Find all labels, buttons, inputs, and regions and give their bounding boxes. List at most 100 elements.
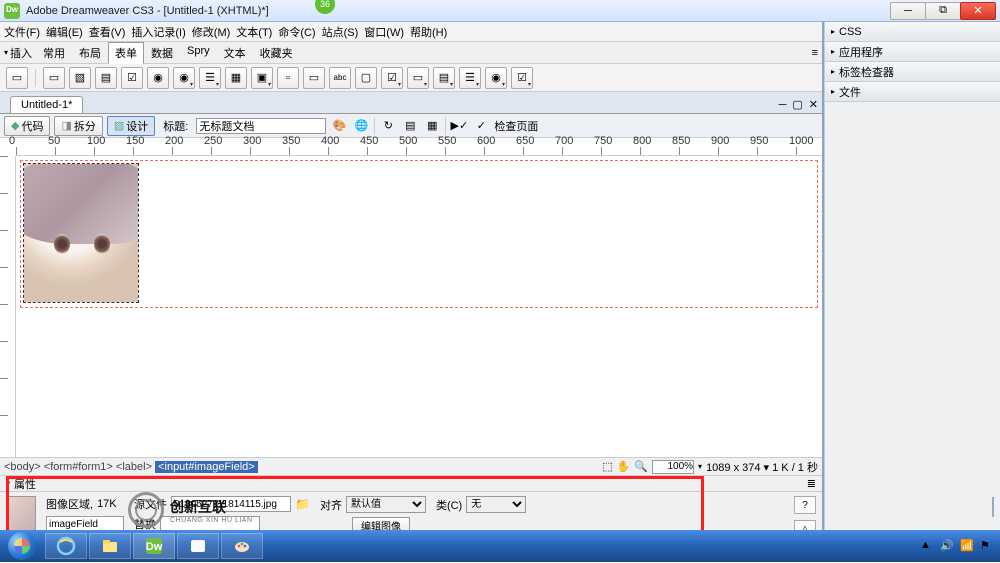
- doc-restore-icon[interactable]: ▢: [792, 98, 802, 111]
- start-button[interactable]: [0, 530, 44, 562]
- watermark: 创新互联 CHUANG XIN HU LIAN: [128, 492, 994, 528]
- image-tool[interactable]: ▣: [251, 67, 273, 89]
- side-panel-group: CSS 应用程序 标签检查器 文件: [824, 22, 1000, 562]
- menu-file[interactable]: 文件(F): [4, 24, 40, 40]
- design-view-button[interactable]: ▨设计: [107, 116, 155, 136]
- tag-form[interactable]: <form#form1>: [44, 461, 113, 473]
- title-label: 标题:: [163, 118, 188, 134]
- tag-body[interactable]: <body>: [4, 461, 41, 473]
- menu-help[interactable]: 帮助(H): [410, 24, 447, 40]
- document-tab-row: Untitled-1* ─ ▢ ✕: [0, 92, 822, 114]
- visual-icon[interactable]: ▦: [423, 117, 441, 135]
- menu-site[interactable]: 站点(S): [322, 24, 359, 40]
- fieldset-tool[interactable]: ▢: [355, 67, 377, 89]
- select-tool-icon[interactable]: ⬚: [602, 460, 612, 473]
- tray-icon[interactable]: 🔊: [940, 539, 954, 553]
- doc-minimize-icon[interactable]: ─: [779, 99, 787, 111]
- code-view-button[interactable]: ◆代码: [4, 116, 50, 136]
- menu-modify[interactable]: 修改(M): [192, 24, 231, 40]
- textfield-tool[interactable]: ▭: [43, 67, 65, 89]
- ruler-horizontal: 0501001502002503003504004505005506006507…: [16, 138, 822, 156]
- globe-icon[interactable]: 🌐: [352, 117, 370, 135]
- viewopt-icon[interactable]: ▤: [401, 117, 419, 135]
- hand-tool-icon[interactable]: ✋: [617, 460, 631, 473]
- insert-toolbar: 插入 常用布局表单数据Spry文本收藏夹 ≡: [0, 42, 822, 64]
- insert-tab-2[interactable]: 表单: [108, 42, 144, 64]
- check-page-button[interactable]: 检查页面: [494, 118, 538, 134]
- tag-label[interactable]: <label>: [116, 461, 152, 473]
- window-title: Adobe Dreamweaver CS3 - [Untitled-1 (XHT…: [26, 5, 891, 17]
- insert-tab-1[interactable]: 布局: [72, 42, 108, 64]
- zoom-tool-icon[interactable]: 🔍: [634, 460, 648, 473]
- titlebar: Adobe Dreamweaver CS3 - [Untitled-1 (XHT…: [0, 0, 1000, 22]
- panel-css[interactable]: CSS: [825, 22, 1000, 42]
- refresh-icon[interactable]: ↻: [379, 117, 397, 135]
- check-icon[interactable]: ✓: [472, 117, 490, 135]
- size-text: 17K: [97, 498, 117, 510]
- tray-icon[interactable]: ▲: [920, 539, 934, 553]
- form-tool[interactable]: ▭: [6, 67, 28, 89]
- spry2-tool[interactable]: ▭: [407, 67, 429, 89]
- maximize-button[interactable]: ⧉: [925, 2, 961, 20]
- panel-menu-icon[interactable]: ≣: [807, 477, 816, 490]
- tag-path[interactable]: <body> <form#form1> <label> <input#image…: [4, 461, 258, 473]
- insert-tab-5[interactable]: 文本: [217, 42, 253, 64]
- properties-header[interactable]: 属性 ≣: [0, 476, 822, 492]
- task-dreamweaver[interactable]: Dw: [133, 533, 175, 559]
- label-tool[interactable]: abc: [329, 67, 351, 89]
- insert-tab-0[interactable]: 常用: [36, 42, 72, 64]
- tray-icon[interactable]: 📶: [960, 539, 974, 553]
- design-canvas[interactable]: [16, 156, 822, 457]
- validate-icon[interactable]: ▶✓: [450, 117, 468, 135]
- insert-tab-6[interactable]: 收藏夹: [253, 42, 300, 64]
- browser-icon[interactable]: 🎨: [330, 117, 348, 135]
- insert-label[interactable]: 插入: [4, 45, 32, 61]
- menu-window[interactable]: 窗口(W): [364, 24, 404, 40]
- split-view-button[interactable]: ◨拆分: [54, 116, 102, 136]
- menu-edit[interactable]: 编辑(E): [46, 24, 83, 40]
- menu-text[interactable]: 文本(T): [236, 24, 272, 40]
- task-explorer[interactable]: [89, 533, 131, 559]
- zoom-input[interactable]: [652, 460, 694, 474]
- spry6-tool[interactable]: ☑: [511, 67, 533, 89]
- tray-icon[interactable]: ⚑: [980, 539, 994, 553]
- button-tool[interactable]: ▭: [303, 67, 325, 89]
- panel-files[interactable]: 文件: [825, 82, 1000, 102]
- menu-commands[interactable]: 命令(C): [278, 24, 315, 40]
- task-ie[interactable]: [45, 533, 87, 559]
- spry4-tool[interactable]: ☰: [459, 67, 481, 89]
- document-tab[interactable]: Untitled-1*: [10, 96, 83, 113]
- collapse-icon[interactable]: ≡: [812, 47, 818, 59]
- menu-view[interactable]: 查看(V): [89, 24, 126, 40]
- spry5-tool[interactable]: ◉: [485, 67, 507, 89]
- hidden-tool[interactable]: ▧: [69, 67, 91, 89]
- task-other1[interactable]: [177, 533, 219, 559]
- list-tool[interactable]: ☰: [199, 67, 221, 89]
- spry3-tool[interactable]: ▤: [433, 67, 455, 89]
- radio-tool[interactable]: ◉: [147, 67, 169, 89]
- insert-tab-3[interactable]: 数据: [144, 42, 180, 64]
- checkbox-tool[interactable]: ☑: [121, 67, 143, 89]
- doc-close-icon[interactable]: ✕: [809, 98, 818, 111]
- spry-tool[interactable]: ☑: [381, 67, 403, 89]
- panel-app[interactable]: 应用程序: [825, 42, 1000, 62]
- radiogroup-tool[interactable]: ◉: [173, 67, 195, 89]
- watermark-text: 创新互联: [170, 497, 994, 517]
- minimize-button[interactable]: ─: [890, 2, 926, 20]
- close-button[interactable]: ✕: [960, 2, 996, 20]
- insert-tab-4[interactable]: Spry: [180, 42, 217, 64]
- textarea-tool[interactable]: ▤: [95, 67, 117, 89]
- title-input[interactable]: [196, 118, 326, 134]
- task-paint[interactable]: [221, 533, 263, 559]
- selected-image-field[interactable]: [23, 163, 139, 303]
- panel-tag-inspector[interactable]: 标签检查器: [825, 62, 1000, 82]
- thumbnail: [6, 496, 36, 532]
- menu-insert[interactable]: 插入记录(I): [131, 24, 185, 40]
- form-element[interactable]: [20, 160, 818, 308]
- jump-tool[interactable]: ▦: [225, 67, 247, 89]
- file-tool[interactable]: ▫: [277, 67, 299, 89]
- app-icon: [4, 3, 20, 19]
- watermark-subtext: CHUANG XIN HU LIAN: [170, 517, 994, 524]
- watermark-logo: [128, 492, 164, 528]
- tag-input[interactable]: <input#imageField>: [155, 461, 258, 473]
